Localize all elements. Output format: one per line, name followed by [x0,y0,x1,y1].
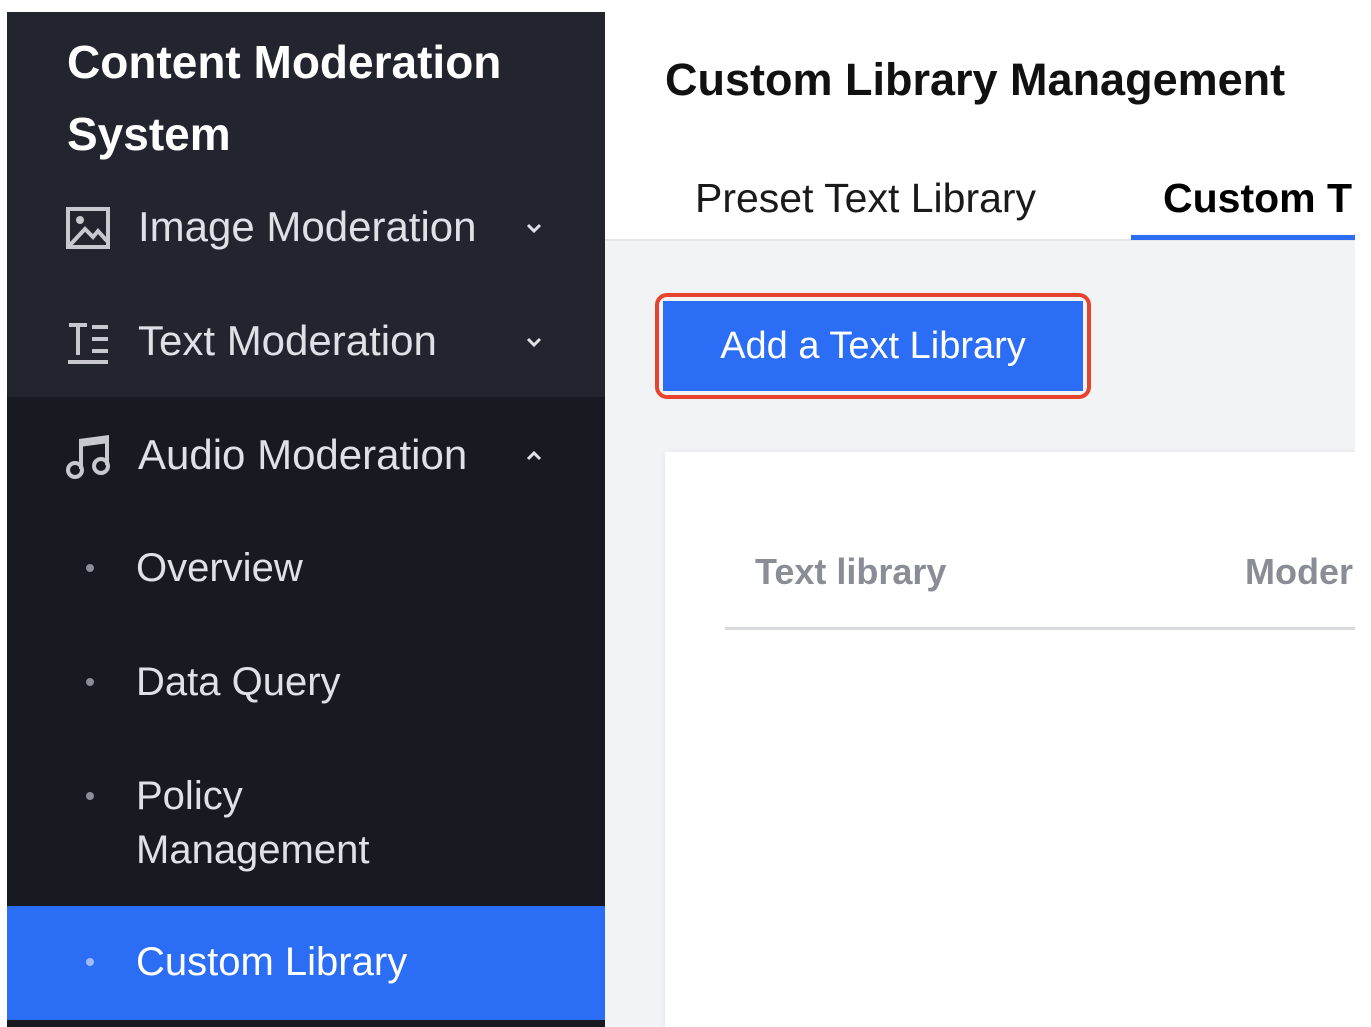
sidebar-subitem-custom-library[interactable]: Custom Library [7,906,605,1020]
tab-custom-text-library[interactable]: Custom T [1163,170,1352,226]
text-icon [65,319,111,365]
sidebar-subitem-data-query[interactable]: Data Query [7,626,605,740]
sidebar-item-label: Text Moderation [138,317,437,364]
sidebar-item-image-moderation[interactable]: Image Moderation [7,170,605,284]
sidebar-item-audio-moderation[interactable]: Audio Moderation [7,398,605,512]
sidebar-item-label: Audio Moderation [138,431,468,478]
sidebar: Content Moderation System Image Moderati… [7,12,605,1027]
text-library-table: Text library Moder [665,452,1355,1027]
sidebar-subitem-policy-management[interactable]: Policy Management [7,740,605,906]
tab-preset-text-library[interactable]: Preset Text Library [695,170,1036,226]
column-header-moderation[interactable]: Moder [1245,548,1353,596]
bullet-dot-icon [86,958,94,966]
page-header: Custom Library Management Preset Text Li… [605,12,1355,241]
app-window: Content Moderation System Image Moderati… [7,12,1355,1027]
sidebar-item-label: Image Moderation [138,203,477,250]
active-tab-indicator [1131,235,1355,240]
bullet-dot-icon [86,678,94,686]
sidebar-subitem-overview[interactable]: Overview [7,512,605,626]
sidebar-subitem-label: Overview [136,546,303,590]
app-title: Content Moderation System [67,36,502,160]
sidebar-subitem-label: Policy Management [136,774,370,872]
sidebar-subitem-label: Custom Library [136,940,408,984]
column-header-text-library[interactable]: Text library [755,548,946,596]
image-icon [65,205,111,251]
table-header-row: Text library Moder [725,542,1355,630]
chevron-down-icon[interactable] [521,329,547,355]
main-content: Custom Library Management Preset Text Li… [605,12,1355,1027]
sidebar-item-text-moderation[interactable]: Text Moderation [7,284,605,398]
chevron-up-icon[interactable] [521,443,547,469]
add-text-library-button[interactable]: Add a Text Library [663,301,1083,391]
music-note-icon [65,433,111,479]
page-title: Custom Library Management [665,54,1286,105]
bullet-dot-icon [86,564,94,572]
chevron-down-icon[interactable] [521,215,547,241]
bullet-dot-icon [86,792,94,800]
sidebar-subitem-label: Data Query [136,660,341,704]
